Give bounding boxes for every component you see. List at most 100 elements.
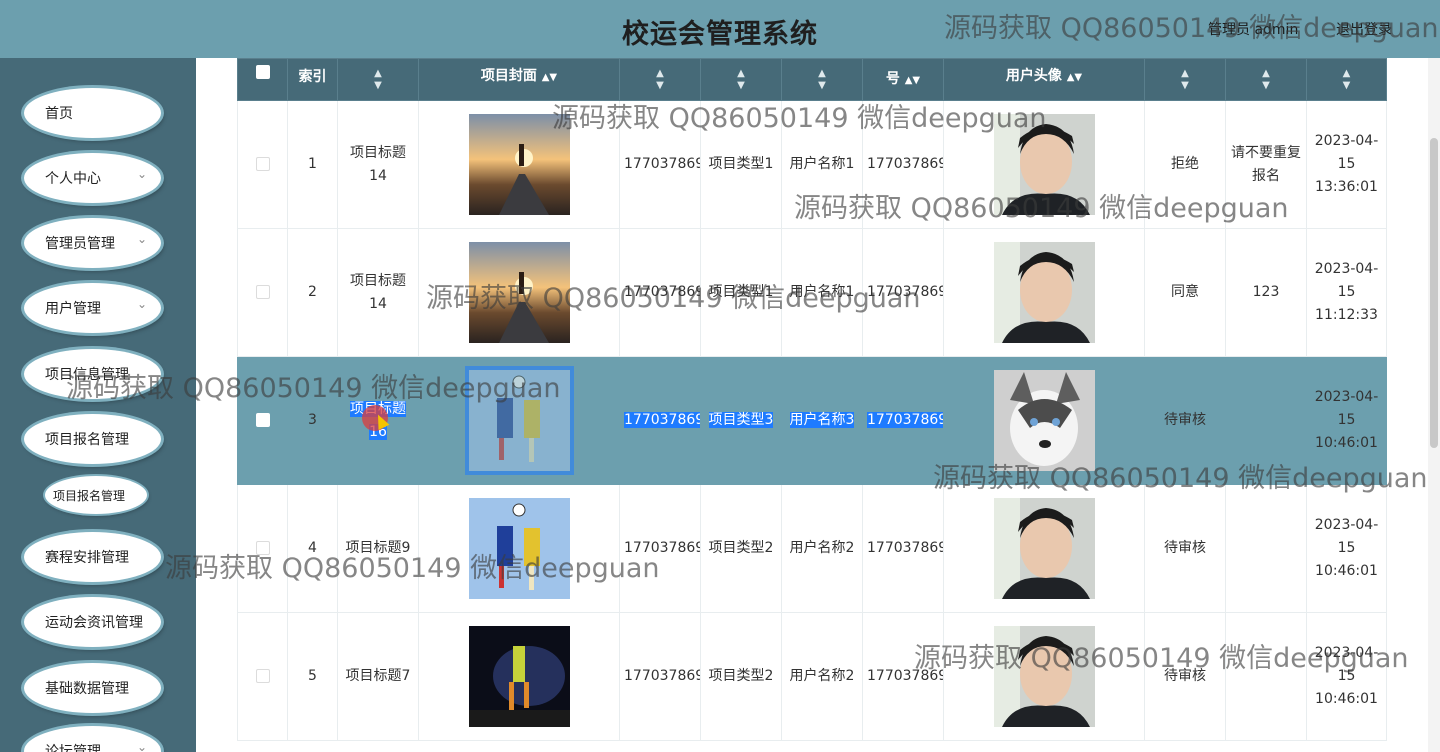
user-avatar-image bbox=[993, 626, 1095, 727]
cell-type: 项目类型1 bbox=[700, 100, 782, 229]
table-row[interactable]: 2项目标题14 17703786914项目类型1用户名称117703786901 同… bbox=[237, 228, 1387, 357]
cell-cover bbox=[418, 484, 620, 613]
sidebar-item-label: 管理员管理 bbox=[45, 236, 115, 252]
select-all-header[interactable] bbox=[237, 58, 288, 101]
sidebar-item-home[interactable]: 首页 bbox=[24, 88, 161, 138]
sidebar-item-basic-data[interactable]: 基础数据管理 bbox=[24, 663, 161, 713]
project-cover-image bbox=[468, 114, 570, 215]
sort-icon[interactable]: ▲▼ bbox=[786, 68, 858, 92]
sort-icon[interactable]: ▲▼ bbox=[1149, 68, 1221, 92]
cell-time: 2023-04-15 13:36:01 bbox=[1306, 100, 1387, 229]
sidebar-item-admin-management[interactable]: 管理员管理 ⌄ bbox=[24, 218, 161, 268]
sidebar-item-project-info[interactable]: 项目信息管理 bbox=[24, 349, 161, 399]
row-checkbox[interactable] bbox=[255, 285, 270, 299]
table-row[interactable]: 5项目标题7 17703786907项目类型2用户名称217703786902 待审… bbox=[237, 612, 1387, 741]
table-row[interactable]: 3项目标题1617703786913项目类型3用户名称317703786903待… bbox=[237, 356, 1387, 485]
cell-cover bbox=[418, 356, 620, 485]
cell-cover bbox=[418, 100, 620, 229]
select-all-checkbox[interactable] bbox=[255, 65, 270, 79]
sidebar-item-label: 运动会资讯管理 bbox=[45, 615, 143, 631]
cell-user-name: 用户名称1 bbox=[781, 228, 863, 357]
column-header-title[interactable]: ▲ ▼ bbox=[337, 58, 419, 101]
current-user-label: 管理员 admin bbox=[1208, 22, 1299, 38]
sidebar-item-label: 首页 bbox=[45, 106, 73, 122]
cell-reply: 请不要重复报名 bbox=[1225, 100, 1307, 229]
column-header-avatar[interactable]: 用户头像 ▲▼ bbox=[943, 58, 1145, 101]
sidebar-item-user-management[interactable]: 用户管理 ⌄ bbox=[24, 283, 161, 333]
cell-user-phone: 17703786902 bbox=[862, 484, 944, 613]
sort-icon[interactable]: ▲▼ bbox=[705, 68, 777, 92]
scrollbar-thumb[interactable] bbox=[1430, 138, 1438, 448]
cell-type: 项目类型1 bbox=[700, 228, 782, 357]
logout-link[interactable]: 退出登录 bbox=[1336, 19, 1392, 39]
sort-icon[interactable]: ▲▼ bbox=[905, 75, 920, 86]
row-select-cell[interactable] bbox=[237, 356, 288, 485]
sidebar-subitem-project-signup[interactable]: 项目报名管理 bbox=[45, 476, 147, 514]
cell-time: 2023-04-15 10:46:01 bbox=[1306, 612, 1387, 741]
table-row[interactable]: 1项目标题14 17703786914项目类型1用户名称117703786901 拒… bbox=[237, 100, 1387, 229]
column-header-type[interactable]: ▲ ▼ bbox=[700, 58, 782, 101]
column-header-reply[interactable]: ▲ ▼ bbox=[1225, 58, 1307, 101]
row-checkbox[interactable] bbox=[255, 157, 270, 171]
cell-order-no: 17703786914 bbox=[619, 228, 701, 357]
status-badge: 待审核 bbox=[1164, 412, 1206, 428]
cell-index: 5 bbox=[287, 612, 338, 741]
row-checkbox[interactable] bbox=[255, 413, 270, 427]
sort-icon[interactable]: ▲▼ bbox=[1067, 72, 1082, 83]
cell-user-name: 用户名称2 bbox=[781, 612, 863, 741]
column-header-user-name[interactable]: ▲ ▼ bbox=[781, 58, 863, 101]
column-header-index[interactable]: 索引 bbox=[287, 58, 338, 101]
sidebar-item-label: 个人中心 bbox=[45, 171, 101, 187]
column-header-status[interactable]: ▲ ▼ bbox=[1144, 58, 1226, 101]
sort-icon[interactable]: ▲▼ bbox=[342, 68, 414, 92]
column-header-order-no[interactable]: ▲ ▼ bbox=[619, 58, 701, 101]
sidebar-item-label: 项目信息管理 bbox=[45, 367, 129, 383]
row-select-cell[interactable] bbox=[237, 484, 288, 613]
cell-time: 2023-04-15 11:12:33 bbox=[1306, 228, 1387, 357]
sidebar-item-label: 基础数据管理 bbox=[45, 681, 129, 697]
sidebar-item-schedule[interactable]: 赛程安排管理 bbox=[24, 532, 161, 582]
cell-cover bbox=[418, 612, 620, 741]
cell-title: 项目标题7 bbox=[337, 612, 419, 741]
sidebar-item-personal-center[interactable]: 个人中心 ⌄ bbox=[24, 153, 161, 203]
sort-icon[interactable]: ▲▼ bbox=[624, 68, 696, 92]
status-badge: 拒绝 bbox=[1171, 156, 1199, 172]
chevron-down-icon: ⌄ bbox=[136, 232, 147, 246]
main-content: 索引 ▲ ▼ 项目封面 ▲▼ ▲ ▼ ▲ ▼ ▲ ▼ 号 ▲▼ 用户头像 ▲▼ ▲ ▼ ▲… bbox=[196, 58, 1440, 752]
row-select-cell[interactable] bbox=[237, 612, 288, 741]
column-header-cover[interactable]: 项目封面 ▲▼ bbox=[418, 58, 620, 101]
cell-reply bbox=[1225, 612, 1307, 741]
row-select-cell[interactable] bbox=[237, 228, 288, 357]
row-select-cell[interactable] bbox=[237, 100, 288, 229]
column-header-time[interactable]: ▲ ▼ bbox=[1306, 58, 1387, 101]
sidebar-item-label: 论坛管理 bbox=[45, 744, 101, 752]
cell-user-name: 用户名称1 bbox=[781, 100, 863, 229]
cell-user-name: 用户名称2 bbox=[781, 484, 863, 613]
cell-index: 2 bbox=[287, 228, 338, 357]
cell-index: 4 bbox=[287, 484, 338, 613]
row-checkbox[interactable] bbox=[255, 541, 270, 555]
vertical-scrollbar[interactable] bbox=[1428, 58, 1440, 752]
status-badge: 待审核 bbox=[1164, 668, 1206, 684]
sort-icon[interactable]: ▲▼ bbox=[1230, 68, 1302, 92]
row-checkbox[interactable] bbox=[255, 669, 270, 683]
cell-avatar bbox=[943, 612, 1145, 741]
cell-title: 项目标题14 bbox=[337, 228, 419, 357]
sort-icon[interactable]: ▲▼ bbox=[542, 72, 557, 83]
top-bar: 校运会管理系统 管理员 admin 退出登录 bbox=[0, 0, 1440, 58]
table-row[interactable]: 4项目标题9 17703786909项目类型2用户名称217703786902 待审… bbox=[237, 484, 1387, 613]
column-header-phone[interactable]: 号 ▲▼ bbox=[862, 58, 944, 101]
sidebar-item-forum[interactable]: 论坛管理 ⌄ bbox=[24, 726, 161, 752]
cell-reply bbox=[1225, 356, 1307, 485]
project-cover-image bbox=[468, 242, 570, 343]
cell-cover bbox=[418, 228, 620, 357]
table-header-row: 索引 ▲ ▼ 项目封面 ▲▼ ▲ ▼ ▲ ▼ ▲ ▼ 号 ▲▼ 用户头像 ▲▼ ▲ ▼ ▲… bbox=[237, 58, 1387, 101]
sidebar-item-news[interactable]: 运动会资讯管理 bbox=[24, 597, 161, 647]
project-cover-image bbox=[468, 626, 570, 727]
cell-status: 待审核 bbox=[1144, 484, 1226, 613]
sidebar-item-label: 用户管理 bbox=[45, 301, 101, 317]
cell-user-phone: 17703786903 bbox=[862, 356, 944, 485]
cell-order-no: 17703786914 bbox=[619, 100, 701, 229]
sidebar-item-project-signup[interactable]: 项目报名管理 bbox=[24, 414, 161, 464]
sort-icon[interactable]: ▲▼ bbox=[1311, 68, 1382, 92]
